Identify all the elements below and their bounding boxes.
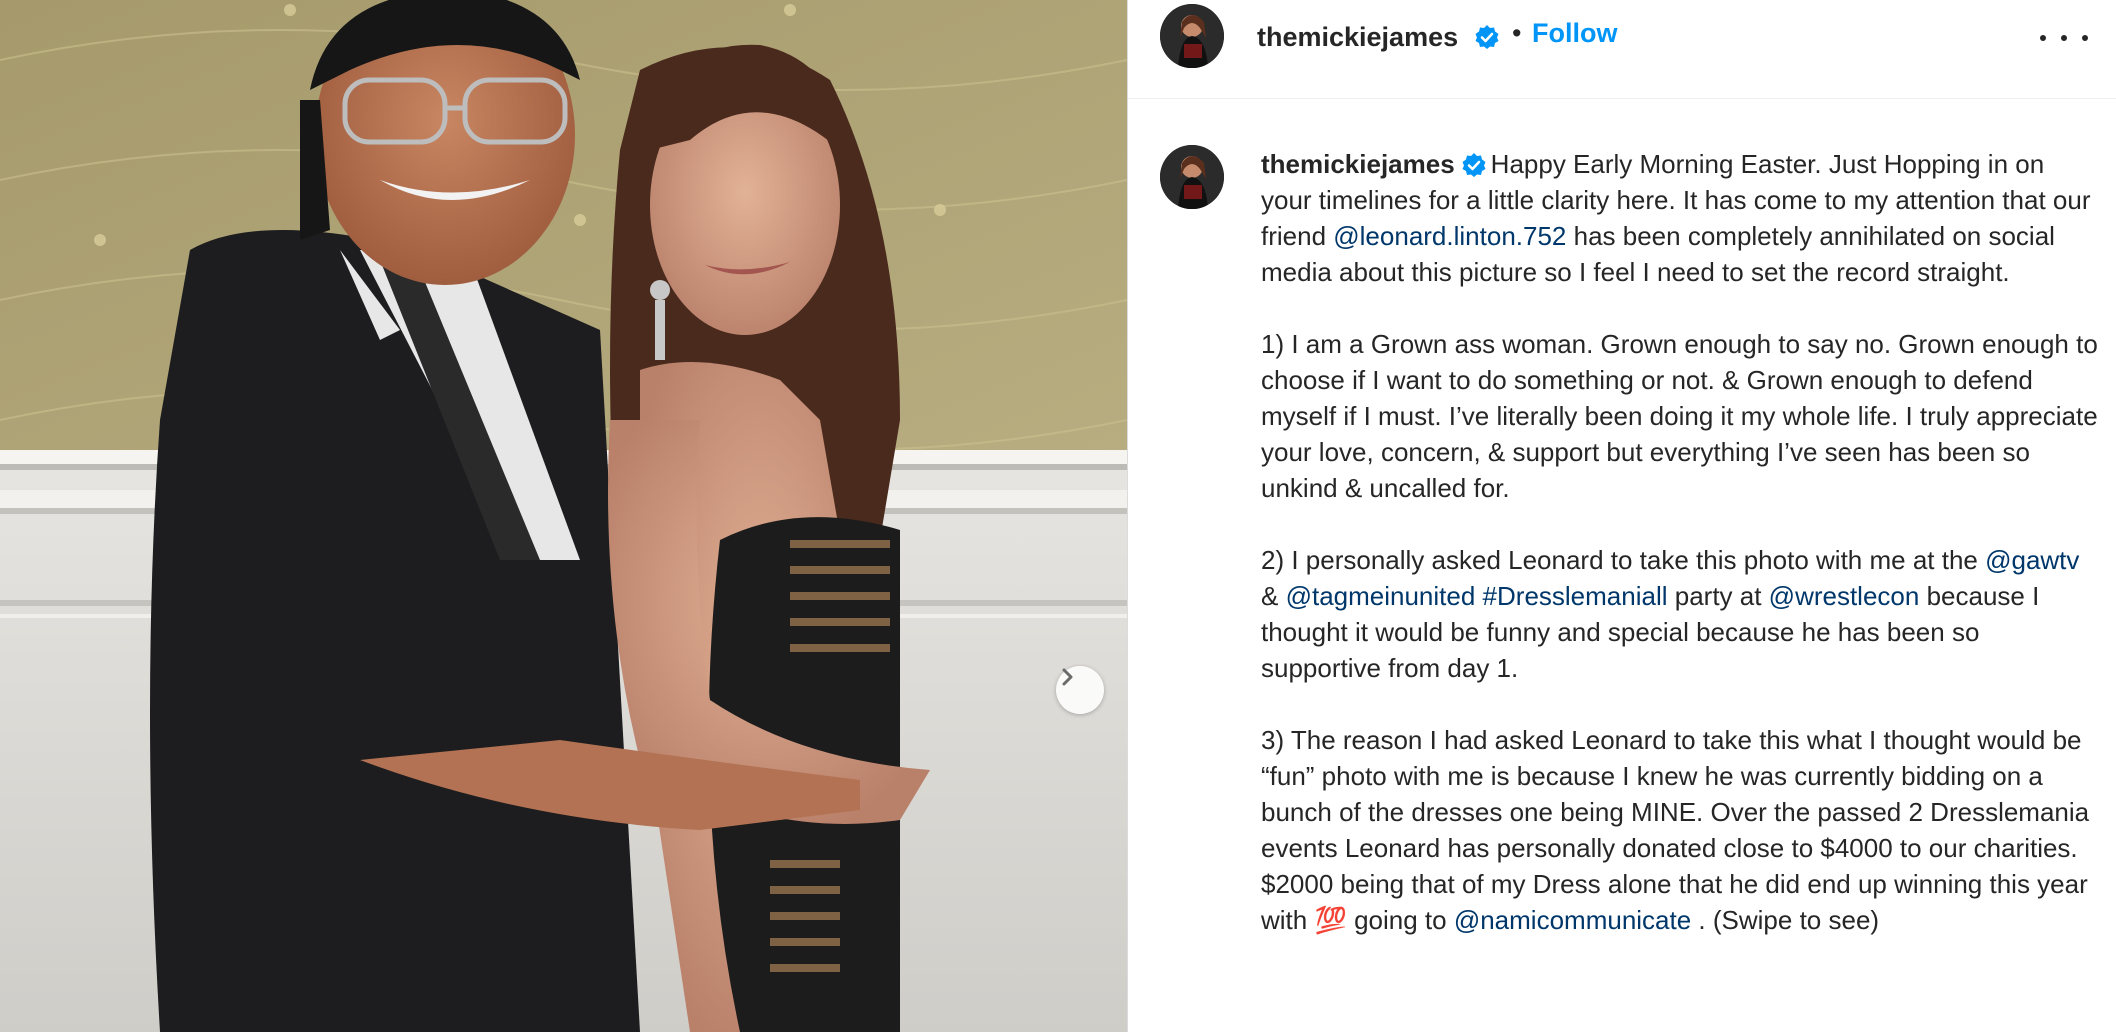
photo-illustration (0, 0, 1127, 1032)
post-photo[interactable] (0, 0, 1127, 1032)
chevron-right-icon (1062, 668, 1073, 686)
post-side-panel: themickiejames • Follow themickiejames Ha… (1128, 0, 2116, 1032)
caption-text (1475, 581, 1482, 611)
caption-text: party at (1667, 581, 1769, 611)
mention-link[interactable]: @leonard.linton.752 (1333, 221, 1566, 251)
avatar-image (1160, 145, 1224, 209)
more-options-icon[interactable] (2040, 24, 2088, 52)
verified-badge-icon (1475, 25, 1499, 49)
caption-text: 2) I personally asked Leonard to take th… (1261, 545, 1986, 575)
mention-link[interactable]: @wrestlecon (1769, 581, 1920, 611)
post-caption: themickiejames Happy Early Morning Easter… (1261, 146, 2101, 974)
verified-badge-icon (1462, 153, 1486, 177)
caption-text: going to (1346, 905, 1454, 935)
caption-avatar[interactable] (1160, 145, 1224, 209)
post-header: themickiejames • Follow (1128, 0, 2116, 99)
caption-username[interactable]: themickiejames (1261, 149, 1455, 179)
avatar[interactable] (1160, 4, 1224, 68)
next-photo-button[interactable] (1056, 666, 1104, 714)
avatar-image (1160, 4, 1224, 68)
caption-text: . (Swipe to see) (1691, 905, 1880, 935)
username[interactable]: themickiejames (1257, 22, 1458, 53)
separator-dot: • (1512, 18, 1522, 48)
caption-paragraph-1: themickiejames Happy Early Morning Easter… (1261, 146, 2101, 290)
mention-link[interactable]: @namicommunicate (1454, 905, 1691, 935)
caption-paragraph-2: 1) I am a Grown ass woman. Grown enough … (1261, 329, 2098, 503)
caption-text: & (1261, 581, 1286, 611)
hundred-points-emoji: 💯 (1314, 905, 1347, 935)
mention-link[interactable]: @tagmeinunited (1286, 581, 1476, 611)
follow-button[interactable]: Follow (1532, 18, 1617, 49)
caption-paragraph-3: 2) I personally asked Leonard to take th… (1261, 542, 2101, 686)
caption-paragraph-4: 3) The reason I had asked Leonard to tak… (1261, 722, 2101, 938)
hashtag-link[interactable]: #Dresslemaniall (1483, 581, 1668, 611)
mention-link[interactable]: @gawtv (1985, 545, 2079, 575)
caption-text: 3) The reason I had asked Leonard to tak… (1261, 725, 2090, 935)
